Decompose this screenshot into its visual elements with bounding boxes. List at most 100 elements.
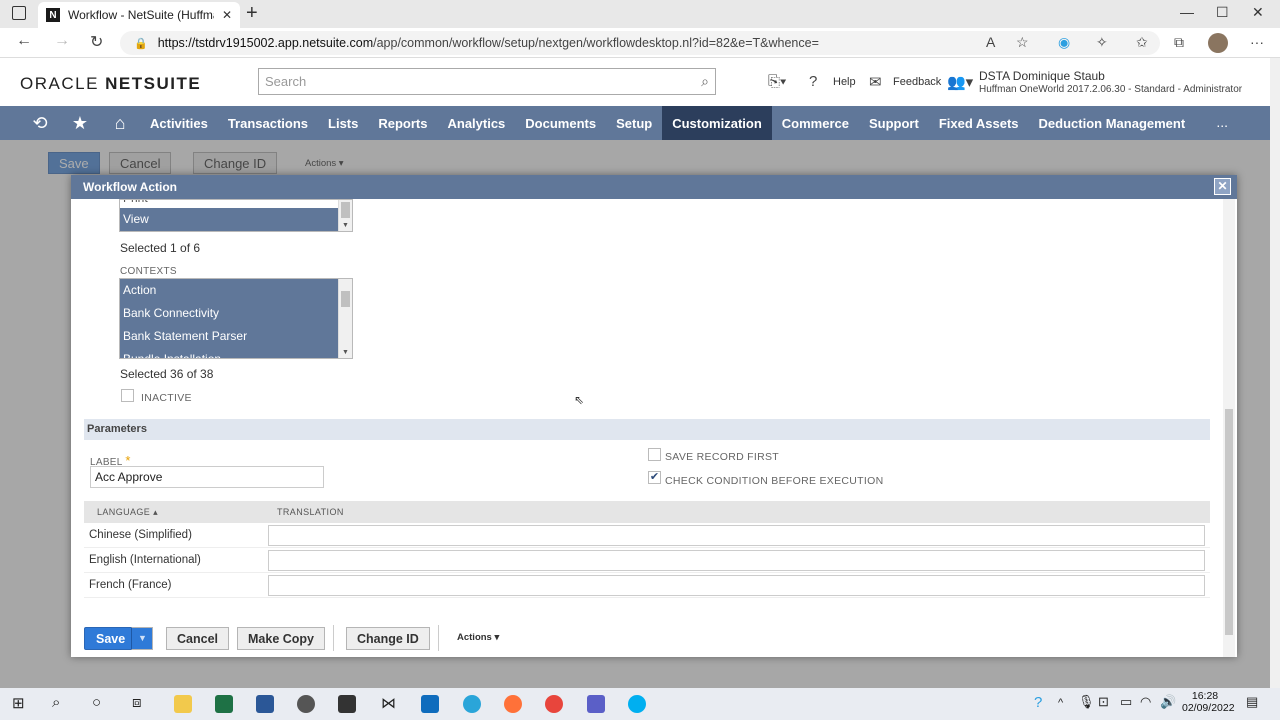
- list-option[interactable]: Bank Statement Parser: [120, 325, 352, 348]
- edge-icon[interactable]: [463, 695, 481, 713]
- battery-icon[interactable]: ▭: [1120, 694, 1132, 710]
- actions-menu[interactable]: Actions ▾: [457, 632, 499, 643]
- puzzle-icon[interactable]: ✧: [1096, 34, 1108, 51]
- make-copy-button[interactable]: Make Copy: [237, 627, 325, 650]
- table-row: Chinese (Simplified): [84, 523, 1210, 548]
- nav-deduction-management[interactable]: Deduction Management: [1029, 106, 1196, 140]
- nav-support[interactable]: Support: [859, 106, 929, 140]
- recent-icon[interactable]: ⟲: [20, 113, 60, 134]
- recent-records-icon[interactable]: ⎘▾: [768, 73, 786, 90]
- profile-avatar[interactable]: [1208, 33, 1228, 53]
- dialog-title: Workflow Action: [71, 175, 1237, 199]
- save-record-first-checkbox[interactable]: [648, 448, 661, 461]
- inactive-checkbox[interactable]: [121, 389, 134, 402]
- back-icon[interactable]: ←: [16, 32, 32, 50]
- maximize-icon[interactable]: ☐: [1216, 4, 1229, 21]
- feedback-link[interactable]: Feedback: [893, 76, 941, 88]
- browser-tab[interactable]: N Workflow - NetSuite (Huffman O ✕: [38, 2, 240, 28]
- screen-recorder-icon[interactable]: [297, 695, 315, 713]
- nav-more-icon[interactable]: ...: [1216, 114, 1228, 130]
- listbox-scrollbar[interactable]: ▼: [338, 279, 352, 358]
- language-cell: Chinese (Simplified): [89, 529, 192, 541]
- list-option[interactable]: Bank Connectivity: [120, 302, 352, 325]
- contexts-listbox[interactable]: Action Bank Connectivity Bank Statement …: [119, 278, 353, 359]
- page-scrollbar[interactable]: [1270, 58, 1280, 688]
- nav-customization[interactable]: Customization: [662, 106, 772, 140]
- check-condition-checkbox[interactable]: ✔: [648, 471, 661, 484]
- feedback-icon[interactable]: ✉: [869, 73, 882, 91]
- forward-icon[interactable]: →: [54, 32, 70, 50]
- help-tray-icon[interactable]: ?: [1034, 694, 1042, 711]
- system-clock[interactable]: 16:28 02/09/2022: [1182, 690, 1235, 714]
- read-aloud-icon[interactable]: A: [986, 34, 995, 50]
- translation-input[interactable]: [268, 524, 1205, 546]
- cortana-icon[interactable]: ○: [92, 694, 101, 711]
- nav-transactions[interactable]: Transactions: [218, 106, 318, 140]
- favorites-icon[interactable]: ✩: [1136, 34, 1148, 51]
- nav-analytics[interactable]: Analytics: [437, 106, 515, 140]
- nav-lists[interactable]: Lists: [318, 106, 368, 140]
- nav-setup[interactable]: Setup: [606, 106, 662, 140]
- browser-menu-icon[interactable]: ···: [1250, 34, 1264, 50]
- list-option[interactable]: Bundle Installation: [120, 348, 352, 358]
- chrome-icon[interactable]: [545, 695, 563, 713]
- collections-icon[interactable]: ⧉: [1174, 34, 1184, 51]
- event-types-listbox[interactable]: Print View ▼: [119, 199, 353, 232]
- home-icon[interactable]: ⌂: [100, 113, 140, 134]
- new-tab-icon[interactable]: +: [246, 2, 258, 25]
- dialog-close-icon[interactable]: ✕: [1214, 178, 1231, 195]
- shortcuts-star-icon[interactable]: ★: [60, 113, 100, 134]
- firefox-icon[interactable]: [504, 695, 522, 713]
- save-options-chevron-down-icon[interactable]: ▼: [131, 627, 153, 650]
- dialog-scrollbar[interactable]: [1223, 199, 1235, 657]
- tab-actions-icon[interactable]: [12, 6, 26, 20]
- user-role: Huffman OneWorld 2017.2.06.30 - Standard…: [979, 84, 1243, 95]
- language-column-header[interactable]: LANGUAGE ▴: [84, 507, 277, 518]
- list-option[interactable]: Action: [120, 279, 352, 302]
- nav-documents[interactable]: Documents: [515, 106, 606, 140]
- extension-icon[interactable]: ◉: [1058, 34, 1070, 51]
- search-icon[interactable]: ⌕: [701, 73, 709, 90]
- minimize-icon[interactable]: —: [1180, 4, 1194, 20]
- global-search-input[interactable]: Search ⌕: [258, 68, 716, 95]
- tray-chevron-icon[interactable]: ^: [1058, 697, 1063, 709]
- label-input[interactable]: Acc Approve: [90, 466, 324, 488]
- excel-icon[interactable]: [215, 695, 233, 713]
- change-id-button[interactable]: Change ID: [346, 627, 430, 650]
- favorite-add-icon[interactable]: ☆: [1016, 34, 1029, 51]
- nav-commerce[interactable]: Commerce: [772, 106, 859, 140]
- nav-fixed-assets[interactable]: Fixed Assets: [929, 106, 1029, 140]
- list-option[interactable]: View: [120, 208, 352, 231]
- notifications-icon[interactable]: ▤: [1246, 694, 1258, 710]
- windows-start-icon[interactable]: ⊞: [12, 694, 25, 712]
- user-name[interactable]: DSTA Dominique Staub: [979, 69, 1105, 83]
- skype-icon[interactable]: [628, 695, 646, 713]
- network-icon[interactable]: ⊡: [1098, 694, 1109, 710]
- share-icon[interactable]: ⋈: [381, 694, 396, 712]
- reload-icon[interactable]: ↻: [90, 32, 103, 52]
- microphone-icon[interactable]: 🎙: [1078, 694, 1095, 710]
- address-bar: ← → ↻ 🔒 https://tstdrv1915002.app.netsui…: [0, 28, 1280, 58]
- resolve-icon[interactable]: [338, 695, 356, 713]
- file-explorer-icon[interactable]: [174, 695, 192, 713]
- help-icon[interactable]: ?: [809, 73, 817, 90]
- volume-icon[interactable]: 🔊: [1160, 694, 1176, 710]
- nav-reports[interactable]: Reports: [368, 106, 437, 140]
- cancel-button[interactable]: Cancel: [166, 627, 229, 650]
- wifi-icon[interactable]: ◠: [1140, 694, 1151, 710]
- teams-icon[interactable]: [587, 695, 605, 713]
- user-roles-icon[interactable]: 👥▾: [947, 73, 973, 91]
- help-link[interactable]: Help: [833, 76, 856, 88]
- listbox-scrollbar[interactable]: ▼: [338, 200, 352, 231]
- word-icon[interactable]: [256, 695, 274, 713]
- nav-activities[interactable]: Activities: [140, 106, 218, 140]
- translation-input[interactable]: [268, 549, 1205, 571]
- url-field[interactable]: 🔒 https://tstdrv1915002.app.netsuite.com…: [120, 31, 1160, 55]
- search-icon[interactable]: ⌕: [52, 694, 60, 711]
- tab-close-icon[interactable]: ✕: [222, 8, 232, 22]
- oracle-netsuite-logo[interactable]: ORACLE NETSUITE: [20, 74, 201, 94]
- translation-input[interactable]: [268, 574, 1205, 596]
- outlook-icon[interactable]: [421, 695, 439, 713]
- task-view-icon[interactable]: ⧈: [132, 694, 142, 711]
- window-close-icon[interactable]: ✕: [1252, 4, 1264, 21]
